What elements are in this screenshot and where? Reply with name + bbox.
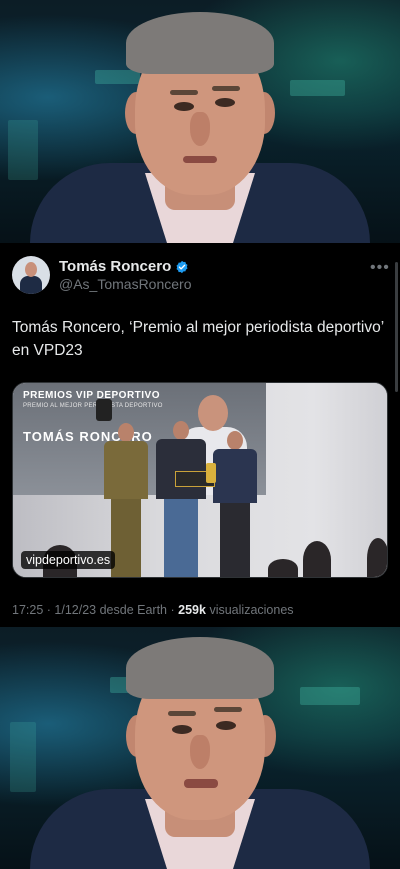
media-source-badge: vipdeportivo.es xyxy=(21,551,116,569)
author-avatar[interactable] xyxy=(12,256,50,294)
more-options-icon[interactable]: ••• xyxy=(370,259,390,277)
author-handle[interactable]: @As_TomasRoncero xyxy=(59,276,192,292)
views-label: visualizaciones xyxy=(209,603,294,617)
tweet-text: Tomás Roncero, ‘Premio al mejor periodis… xyxy=(12,319,384,359)
tweet-time[interactable]: 17:25 xyxy=(12,603,43,617)
stage-microphone xyxy=(96,399,112,421)
author-name[interactable]: Tomás Roncero xyxy=(59,258,171,275)
award-trophy xyxy=(206,463,216,483)
verified-badge-icon xyxy=(176,260,188,273)
scrollbar[interactable] xyxy=(395,262,398,392)
author-name-row: Tomás Roncero xyxy=(59,258,189,275)
person-center xyxy=(153,421,209,577)
meta-separator: · xyxy=(170,603,175,617)
banner-subtitle: PREMIO AL MEJOR PERIODISTA DEPORTIVO xyxy=(23,403,163,409)
tweet-card: Tomás Roncero @As_TomasRoncero ••• Tomás… xyxy=(0,243,400,627)
meta-separator: · xyxy=(46,603,51,617)
tweet-media-image[interactable]: PREMIOS VIP DEPORTIVO PREMIO AL MEJOR PE… xyxy=(12,382,388,578)
tweet-date-source: 1/12/23 desde Earth xyxy=(54,603,168,617)
views-count[interactable]: 259k xyxy=(178,603,206,617)
banner-title: PREMIOS VIP DEPORTIVO xyxy=(23,390,161,401)
top-reaction-photo xyxy=(0,0,400,243)
tweet-metadata: 17:25 · 1/12/23 desde Earth · 259k visua… xyxy=(12,603,294,617)
person-right xyxy=(211,431,259,577)
bottom-reaction-photo xyxy=(0,627,400,869)
